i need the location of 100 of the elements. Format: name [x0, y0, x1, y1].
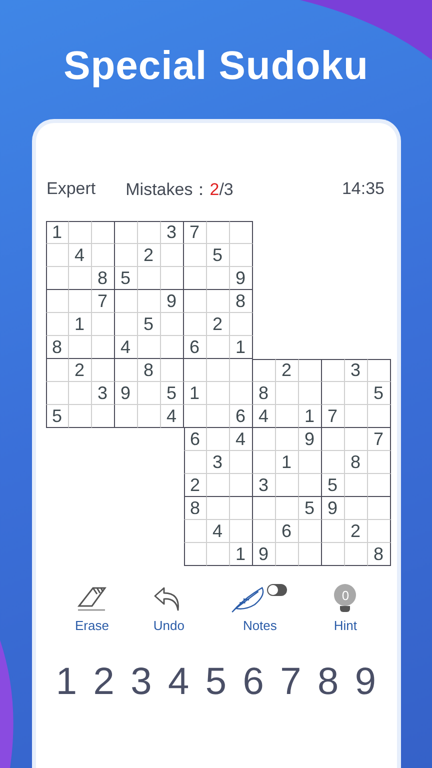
number-key[interactable]: 3	[124, 661, 158, 704]
sudoku-cell[interactable]	[230, 520, 252, 543]
sudoku-cell[interactable]	[230, 382, 252, 405]
sudoku-cell[interactable]	[230, 359, 252, 382]
erase-button[interactable]: Erase	[74, 584, 109, 633]
sudoku-cell[interactable]: 4	[114, 336, 138, 359]
sudoku-cell[interactable]: 2	[276, 359, 298, 382]
sudoku-cell[interactable]: 8	[230, 290, 252, 313]
sudoku-cell[interactable]: 3	[160, 221, 184, 244]
sudoku-cell[interactable]	[114, 221, 138, 244]
sudoku-cell[interactable]: 9	[114, 382, 138, 405]
notes-button[interactable]: Notes	[228, 584, 291, 633]
sudoku-cell[interactable]	[230, 313, 252, 336]
sudoku-cell[interactable]	[92, 244, 114, 267]
sudoku-cell[interactable]: 4	[68, 244, 92, 267]
sudoku-cell[interactable]	[68, 221, 92, 244]
sudoku-cell[interactable]: 5	[368, 382, 390, 405]
sudoku-cell[interactable]: 5	[322, 474, 344, 497]
sudoku-cell[interactable]: 5	[46, 405, 68, 428]
sudoku-cell[interactable]: 1	[298, 405, 322, 428]
sudoku-cell[interactable]: 8	[368, 543, 390, 566]
sudoku-cell[interactable]: 6	[276, 520, 298, 543]
sudoku-cell[interactable]	[298, 474, 322, 497]
sudoku-cell[interactable]	[298, 520, 322, 543]
sudoku-cell[interactable]	[206, 221, 230, 244]
sudoku-cell[interactable]: 8	[252, 382, 276, 405]
sudoku-cell[interactable]	[92, 221, 114, 244]
sudoku-cell[interactable]: 9	[160, 290, 184, 313]
notes-toggle[interactable]	[266, 584, 287, 596]
sudoku-cell[interactable]: 2	[184, 474, 206, 497]
sudoku-cell[interactable]: 1	[68, 313, 92, 336]
sudoku-cell[interactable]: 8	[138, 359, 160, 382]
sudoku-cell[interactable]: 7	[184, 221, 206, 244]
sudoku-cell[interactable]: 9	[298, 428, 322, 451]
sudoku-cell[interactable]	[368, 359, 390, 382]
sudoku-cell[interactable]	[230, 244, 252, 267]
sudoku-cell[interactable]: 2	[68, 359, 92, 382]
sudoku-cell[interactable]: 5	[114, 267, 138, 290]
sudoku-cell[interactable]: 9	[322, 497, 344, 520]
sudoku-cell[interactable]	[368, 497, 390, 520]
sudoku-cell[interactable]: 2	[138, 244, 160, 267]
undo-button[interactable]: Undo	[152, 584, 186, 633]
sudoku-cell[interactable]	[160, 267, 184, 290]
sudoku-cell[interactable]	[298, 543, 322, 566]
sudoku-cell[interactable]	[92, 313, 114, 336]
sudoku-cell[interactable]	[368, 405, 390, 428]
sudoku-cell[interactable]: 3	[92, 382, 114, 405]
sudoku-cell[interactable]: 4	[160, 405, 184, 428]
sudoku-cell[interactable]	[160, 336, 184, 359]
sudoku-cell[interactable]	[252, 359, 276, 382]
sudoku-cell[interactable]: 8	[184, 497, 206, 520]
sudoku-cell[interactable]	[298, 359, 322, 382]
sudoku-cell[interactable]	[92, 359, 114, 382]
sudoku-cell[interactable]	[92, 336, 114, 359]
sudoku-cell[interactable]	[298, 382, 322, 405]
sudoku-cell[interactable]	[368, 520, 390, 543]
sudoku-cell[interactable]: 3	[206, 451, 230, 474]
sudoku-cell[interactable]: 2	[344, 520, 368, 543]
sudoku-cell[interactable]: 9	[230, 267, 252, 290]
sudoku-cell[interactable]	[160, 359, 184, 382]
sudoku-cell[interactable]: 8	[344, 451, 368, 474]
sudoku-cell[interactable]: 5	[160, 382, 184, 405]
sudoku-cell[interactable]: 1	[276, 451, 298, 474]
sudoku-cell[interactable]	[230, 451, 252, 474]
sudoku-cell[interactable]	[138, 221, 160, 244]
sudoku-cell[interactable]: 9	[252, 543, 276, 566]
sudoku-cell[interactable]	[298, 451, 322, 474]
sudoku-cell[interactable]	[368, 451, 390, 474]
sudoku-cell[interactable]: 1	[46, 221, 68, 244]
sudoku-cell[interactable]: 3	[252, 474, 276, 497]
sudoku-cell[interactable]: 5	[138, 313, 160, 336]
number-key[interactable]: 2	[86, 661, 121, 704]
number-key[interactable]: 7	[274, 661, 308, 704]
sudoku-cell[interactable]: 6	[184, 336, 206, 359]
sudoku-cell[interactable]: 7	[322, 405, 344, 428]
number-key[interactable]: 1	[50, 661, 84, 704]
hint-button[interactable]: 0 Hint	[334, 584, 358, 633]
number-key[interactable]: 5	[199, 661, 233, 704]
sudoku-cell[interactable]: 6	[184, 428, 206, 451]
sudoku-cell[interactable]	[230, 474, 252, 497]
sudoku-cell[interactable]: 7	[368, 428, 390, 451]
number-key[interactable]: 6	[236, 661, 270, 704]
sudoku-cell[interactable]: 2	[206, 313, 230, 336]
number-key[interactable]: 8	[311, 661, 346, 704]
number-key[interactable]: 4	[162, 661, 196, 704]
sudoku-cell[interactable]	[368, 474, 390, 497]
sudoku-cell[interactable]	[230, 497, 252, 520]
sudoku-cell[interactable]: 1	[230, 543, 252, 566]
sudoku-cell[interactable]: 7	[92, 290, 114, 313]
sudoku-cell[interactable]	[160, 313, 184, 336]
sudoku-cell[interactable]: 3	[344, 359, 368, 382]
sudoku-cell[interactable]	[160, 244, 184, 267]
sudoku-cell[interactable]: 1	[230, 336, 252, 359]
sudoku-cell[interactable]	[92, 405, 114, 428]
sudoku-cell[interactable]: 8	[92, 267, 114, 290]
sudoku-cell[interactable]: 6	[230, 405, 252, 428]
sudoku-cell[interactable]	[230, 221, 252, 244]
sudoku-cell[interactable]	[322, 359, 344, 382]
number-key[interactable]: 9	[348, 661, 382, 704]
sudoku-cell[interactable]: 4	[252, 405, 276, 428]
